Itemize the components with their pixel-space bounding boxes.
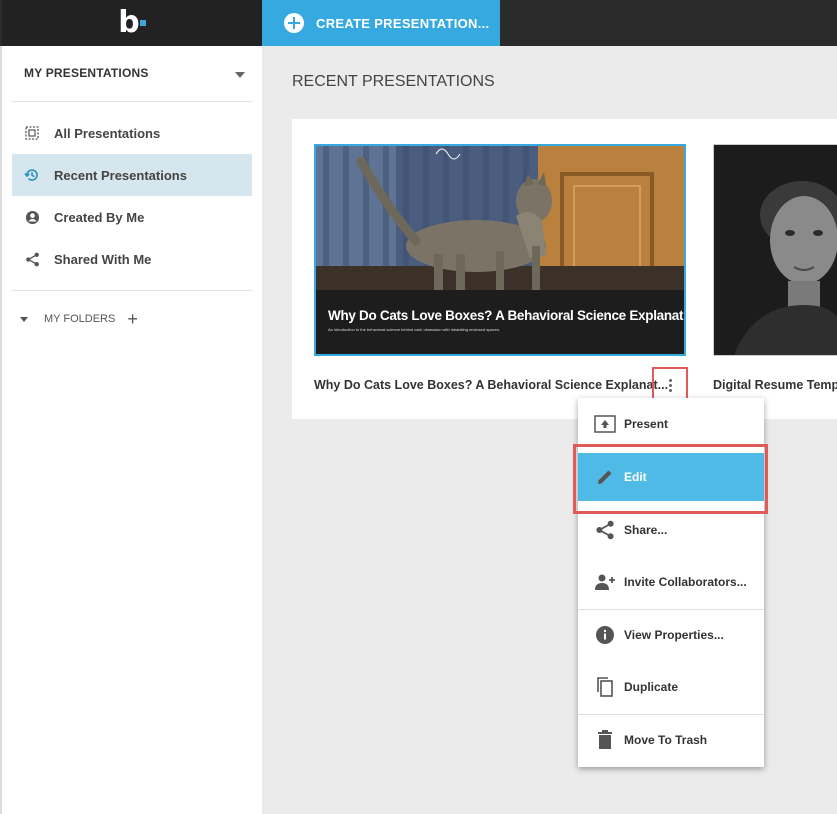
dot <box>668 388 672 392</box>
divider <box>12 101 252 102</box>
divider <box>578 714 764 715</box>
menu-item-duplicate[interactable]: Duplicate <box>578 663 764 711</box>
edit-highlight-box <box>573 444 768 514</box>
thumbnail-subtitle: An introduction to the behavioral scienc… <box>328 327 500 332</box>
menu-item-label: Move To Trash <box>624 733 708 747</box>
chevron-down-icon[interactable] <box>235 72 245 78</box>
trash-icon <box>594 729 616 751</box>
presentation-thumbnail-cats[interactable]: Why Do Cats Love Boxes? A Behavioral Sci… <box>314 144 686 356</box>
presentation-title-resume[interactable]: Digital Resume Temp <box>713 378 837 392</box>
history-icon <box>24 167 40 183</box>
add-folder-icon[interactable]: + <box>127 310 138 328</box>
presentation-title-cats[interactable]: Why Do Cats Love Boxes? A Behavioral Sci… <box>314 378 668 392</box>
copy-icon <box>594 676 616 698</box>
logo-text: b <box>118 5 140 40</box>
menu-item-view-properties[interactable]: View Properties... <box>578 611 764 659</box>
sidebar-item-label: All Presentations <box>54 125 161 141</box>
my-folders-section[interactable]: MY FOLDERS + <box>20 310 138 328</box>
sidebar-item-recent-presentations[interactable]: Recent Presentations <box>12 154 252 196</box>
plus-circle-icon <box>284 13 304 33</box>
grid-icon <box>24 125 40 141</box>
thumbnail-title: Why Do Cats Love Boxes? A Behavioral Sci… <box>328 308 686 323</box>
share-icon <box>24 251 40 267</box>
sidebar-item-label: Shared With Me <box>54 251 152 267</box>
share-icon <box>594 519 616 541</box>
divider <box>578 609 764 610</box>
presentation-thumbnail-resume[interactable] <box>713 144 837 356</box>
logo[interactable]: b <box>2 0 262 46</box>
caret-down-icon[interactable] <box>20 316 28 322</box>
portrait-photo-image <box>714 145 837 355</box>
create-presentation-label: CREATE PRESENTATION... <box>316 15 490 31</box>
dot <box>668 378 672 382</box>
sidebar-item-created-by-me[interactable]: Created By Me <box>12 196 252 238</box>
divider <box>12 290 252 291</box>
menu-item-label: Present <box>624 417 669 431</box>
menu-item-label: Duplicate <box>624 680 679 694</box>
dot <box>668 383 672 387</box>
present-icon <box>594 413 616 435</box>
logo-dot <box>139 20 146 26</box>
page-title: RECENT PRESENTATIONS <box>292 73 495 90</box>
menu-item-present[interactable]: Present <box>578 400 764 448</box>
sidebar: MY PRESENTATIONS All Presentations Recen… <box>2 46 262 814</box>
create-presentation-button[interactable]: CREATE PRESENTATION... <box>262 0 500 46</box>
sidebar-item-label: Created By Me <box>54 209 145 225</box>
sidebar-item-shared-with-me[interactable]: Shared With Me <box>12 238 252 280</box>
sidebar-item-label: Recent Presentations <box>54 167 187 183</box>
menu-item-label: Invite Collaborators... <box>624 575 747 589</box>
my-folders-label: MY FOLDERS <box>44 313 116 325</box>
menu-item-invite-collaborators[interactable]: Invite Collaborators... <box>578 558 764 606</box>
menu-item-label: View Properties... <box>624 628 724 642</box>
sidebar-item-all-presentations[interactable]: All Presentations <box>12 112 252 154</box>
user-icon <box>24 209 40 225</box>
menu-item-move-to-trash[interactable]: Move To Trash <box>578 716 764 764</box>
menu-item-label: Share... <box>624 523 668 537</box>
add-person-icon <box>594 571 616 593</box>
thumbnail-caption: Why Do Cats Love Boxes? A Behavioral Sci… <box>316 290 684 354</box>
my-presentations-heading: MY PRESENTATIONS <box>24 66 149 80</box>
info-icon <box>594 624 616 646</box>
